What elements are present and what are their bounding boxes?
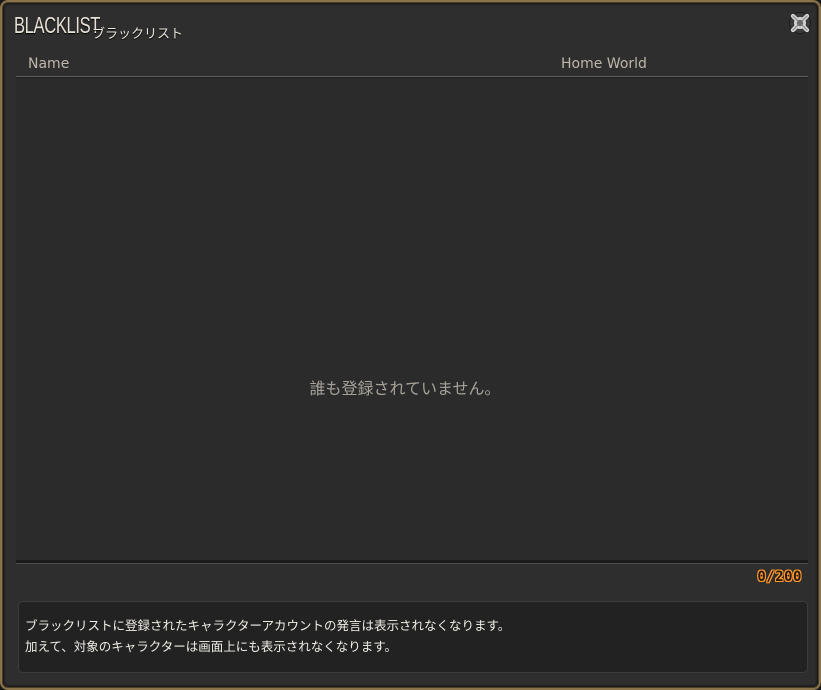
close-button[interactable] xyxy=(788,11,812,35)
info-line: 加えて、対象のキャラクターは画面上にも表示されなくなります。 xyxy=(25,639,398,654)
list-header: Name Home World xyxy=(16,56,808,77)
info-panel: ブラックリストに登録されたキャラクターアカウントの発言は表示されなくなります。 … xyxy=(18,601,808,673)
column-header-home-world[interactable]: Home World xyxy=(561,56,647,72)
divider xyxy=(16,560,808,564)
close-x-icon xyxy=(789,12,811,34)
window-title: BLACKLIST xyxy=(14,12,101,38)
blacklist-list[interactable]: 誰も登録されていません。 xyxy=(16,78,808,560)
info-line: ブラックリストに登録されたキャラクターアカウントの発言は表示されなくなります。 xyxy=(25,618,511,633)
blacklist-window: BLACKLIST ブラックリスト Name Home World 誰も登録され… xyxy=(0,0,821,690)
empty-list-message: 誰も登録されていません。 xyxy=(309,379,501,398)
entry-count: 0/200 xyxy=(757,569,802,585)
window-subtitle: ブラックリスト xyxy=(92,27,184,42)
column-header-name[interactable]: Name xyxy=(28,56,69,72)
